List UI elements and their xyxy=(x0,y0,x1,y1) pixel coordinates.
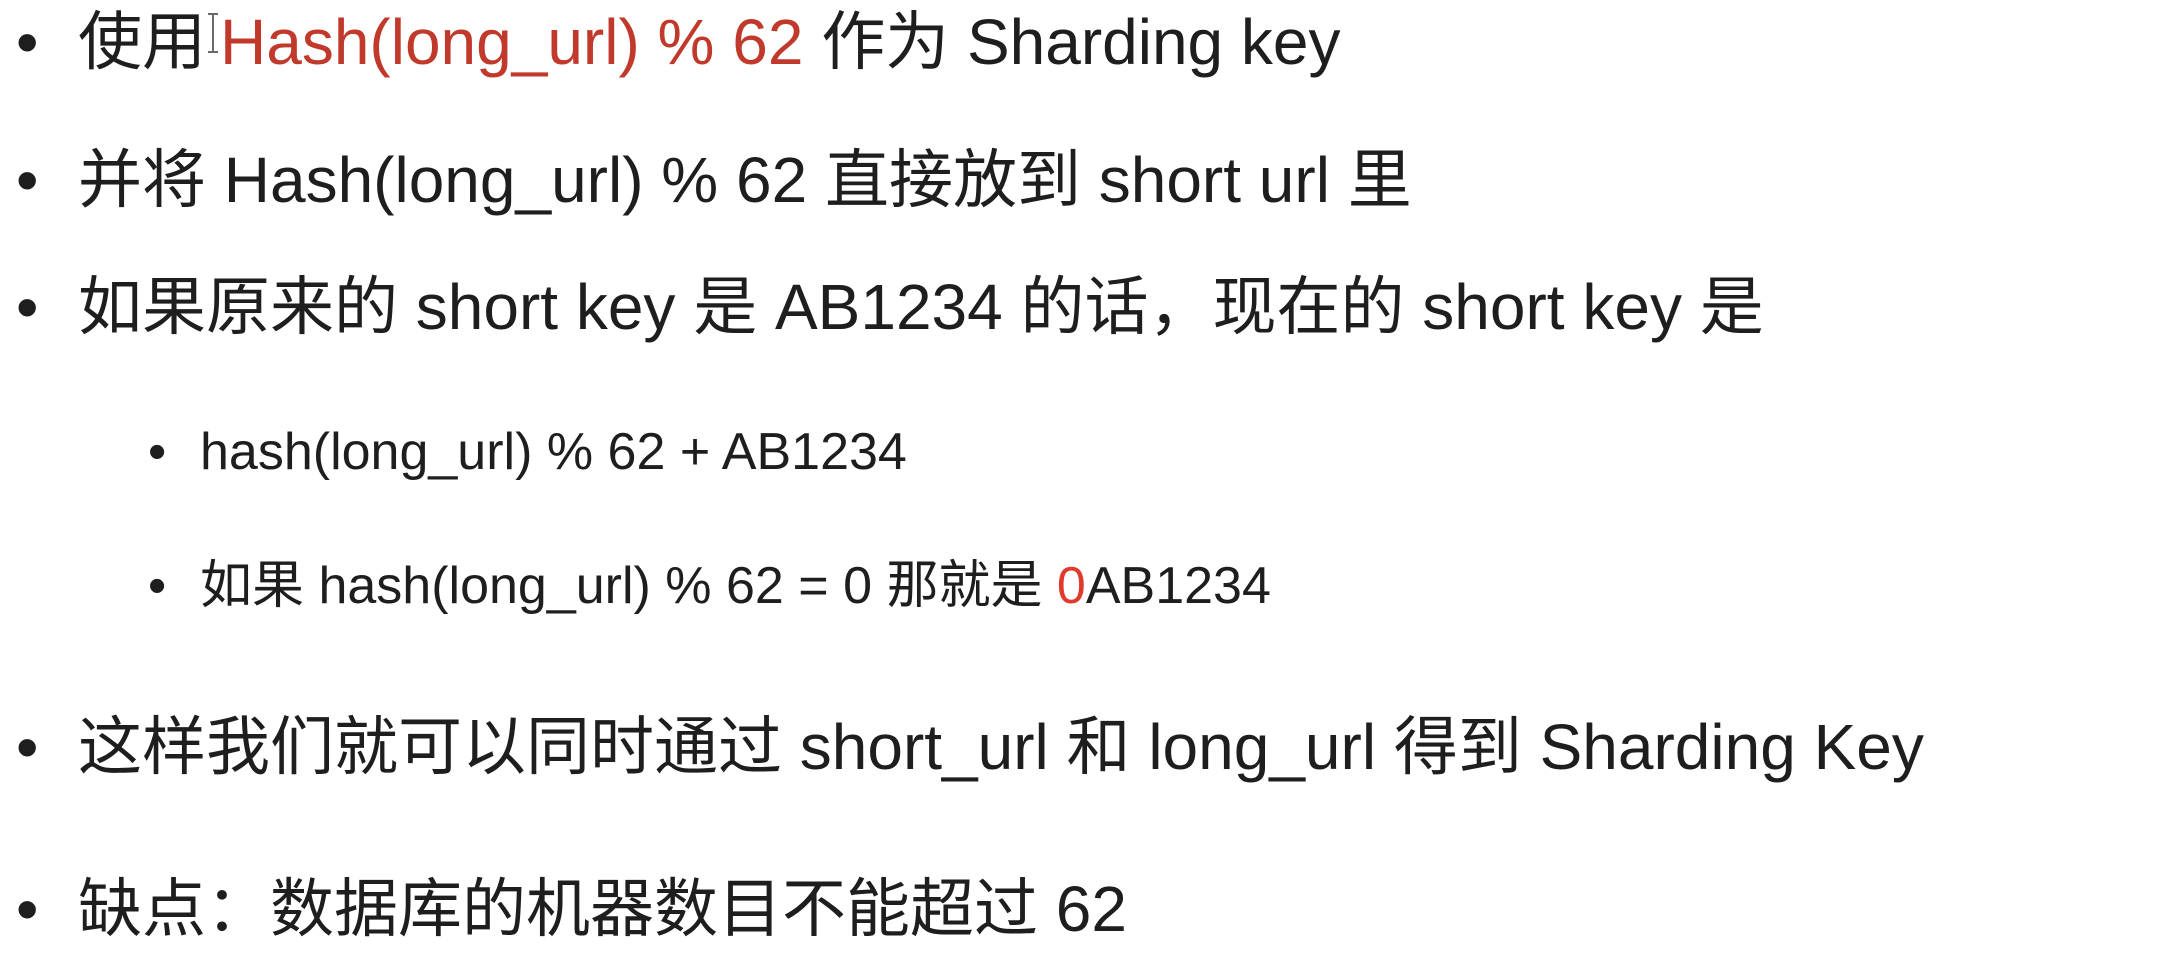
sub-bullet-1: • hash(long_url) % 62 + AB1234 xyxy=(148,426,907,478)
slide-content: • 使用 Hash(long_url) % 62 作为 Sharding key •… xyxy=(0,0,2170,980)
bullet-symbol: • xyxy=(16,144,39,216)
bullet-4: • 这样我们就可以同时通过 short_url 和 long_url 得到 Sha… xyxy=(16,715,1924,779)
bullet-5-text: 缺点：数据库的机器数目不能超过 62 xyxy=(78,873,1127,945)
bullet-1: • 使用 Hash(long_url) % 62 作为 Sharding key xyxy=(16,10,1341,74)
bullet-symbol: • xyxy=(148,423,167,481)
sub-bullet-2-suffix: AB1234 xyxy=(1085,557,1271,615)
bullet-3-text: 如果原来的 short key 是 AB1234 的话，现在的 short ke… xyxy=(78,271,1764,343)
bullet-1-highlight: Hash(long_url) % 62 xyxy=(220,6,804,78)
bullet-1-suffix: 作为 Sharding key xyxy=(803,6,1341,78)
bullet-symbol: • xyxy=(16,6,39,78)
sub-bullet-2-prefix: 如果 hash(long_url) % 62 = 0 那就是 xyxy=(200,557,1057,615)
sub-bullet-1-text: hash(long_url) % 62 + AB1234 xyxy=(200,423,907,481)
bullet-symbol: • xyxy=(16,711,39,783)
bullet-2-text: 并将 Hash(long_url) % 62 直接放到 short url 里 xyxy=(78,144,1412,216)
bullet-4-text: 这样我们就可以同时通过 short_url 和 long_url 得到 Shar… xyxy=(78,711,1924,783)
bullet-2: • 并将 Hash(long_url) % 62 直接放到 short url 里 xyxy=(16,148,1412,212)
sub-bullet-2: • 如果 hash(long_url) % 62 = 0 那就是 0AB1234 xyxy=(148,560,1271,612)
bullet-symbol: • xyxy=(148,557,167,615)
bullet-5: • 缺点：数据库的机器数目不能超过 62 xyxy=(16,877,1127,941)
bullet-symbol: • xyxy=(16,271,39,343)
bullet-symbol: • xyxy=(16,873,39,945)
bullet-3: • 如果原来的 short key 是 AB1234 的话，现在的 short k… xyxy=(16,275,1764,339)
text-cursor-icon xyxy=(208,13,218,54)
bullet-1-prefix: 使用 xyxy=(78,6,206,78)
sub-bullet-2-highlight: 0 xyxy=(1056,557,1086,615)
